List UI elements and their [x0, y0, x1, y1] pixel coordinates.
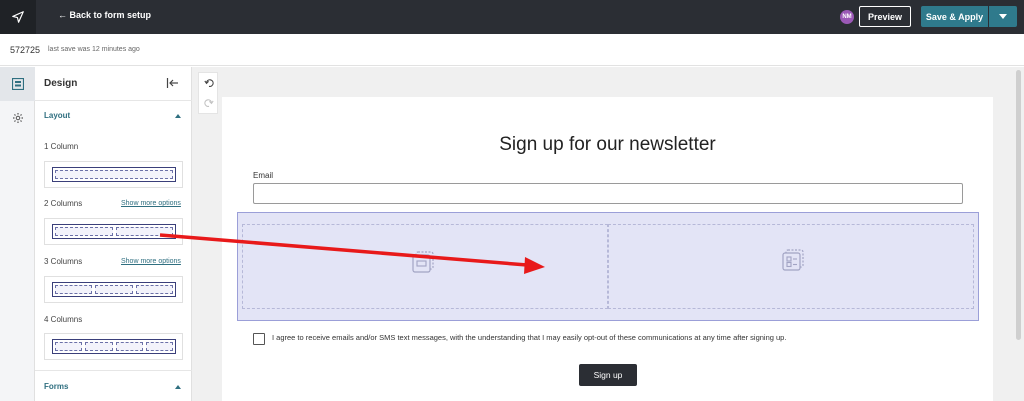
layout-option-1-column[interactable]: [44, 161, 183, 188]
send-arrow-icon: [12, 11, 24, 23]
undo-icon: [204, 79, 214, 87]
consent-checkbox[interactable]: [253, 333, 265, 345]
layout-preview: [52, 282, 176, 297]
email-field[interactable]: [253, 183, 963, 204]
rail-design-tab[interactable]: [0, 67, 35, 101]
consent-text: I agree to receive emails and/or SMS tex…: [272, 333, 787, 342]
show-more-options-link[interactable]: Show more options: [121, 200, 181, 207]
layout-option-label: 4 Columns: [44, 315, 83, 324]
design-panel: Design Layout 1 Column 2 Columns Show mo…: [35, 67, 192, 401]
side-rail: [0, 67, 35, 401]
design-icon: [11, 78, 24, 90]
layout-cell: [115, 342, 143, 351]
show-more-options-link[interactable]: Show more options: [121, 258, 181, 265]
layout-cell: [115, 227, 173, 236]
layout-option-3-columns[interactable]: [44, 276, 183, 303]
forms-section-header[interactable]: Forms: [44, 382, 68, 391]
layout-option-4-columns[interactable]: [44, 333, 183, 360]
redo-icon: [204, 99, 214, 107]
preview-button[interactable]: Preview: [859, 6, 911, 27]
history-controls: [198, 72, 218, 114]
divider: [35, 370, 192, 371]
panel-title: Design: [44, 78, 78, 89]
email-label: Email: [253, 171, 274, 180]
layout-option-label: 1 Column: [44, 142, 79, 151]
layout-cell: [55, 285, 93, 294]
form-id: 572725: [10, 45, 41, 55]
add-field-icon: [412, 251, 434, 273]
canvas-scrollbar[interactable]: [1016, 70, 1021, 340]
layout-cell: [55, 227, 113, 236]
collapse-panel-icon[interactable]: [166, 76, 180, 90]
layout-cell: [85, 342, 113, 351]
layout-preview: [52, 167, 176, 182]
chevron-up-icon[interactable]: [175, 114, 181, 118]
two-column-drop-zone[interactable]: [237, 212, 979, 321]
rail-settings-tab[interactable]: [0, 101, 35, 135]
top-bar: ← Back to form setup NM Preview Save & A…: [0, 0, 1024, 34]
save-options-dropdown[interactable]: [989, 6, 1017, 27]
layout-preview: [52, 224, 176, 239]
caret-down-icon: [999, 13, 1007, 19]
layout-option-label: 3 Columns: [44, 257, 83, 266]
layout-preview: [52, 339, 176, 354]
form-title[interactable]: Sign up for our newsletter: [222, 134, 993, 156]
layout-section-header[interactable]: Layout: [44, 111, 70, 120]
layout-cell: [95, 285, 133, 294]
form-info-bar: 572725 last save was 12 minutes ago: [0, 34, 1024, 66]
sign-up-button[interactable]: Sign up: [579, 364, 637, 386]
back-to-form-setup-link[interactable]: ← Back to form setup: [58, 10, 151, 20]
logo[interactable]: [0, 0, 36, 34]
layout-option-label: 2 Columns: [44, 199, 83, 208]
gear-icon: [12, 113, 23, 123]
undo-button[interactable]: [199, 73, 219, 93]
save-status: last save was 12 minutes ago: [48, 46, 140, 53]
save-and-apply-button[interactable]: Save & Apply: [921, 6, 988, 27]
chevron-up-icon[interactable]: [175, 385, 181, 389]
add-field-icon: [782, 249, 804, 271]
avatar[interactable]: NM: [840, 10, 854, 24]
layout-cell: [55, 342, 83, 351]
layout-cell: [135, 285, 173, 294]
layout-option-2-columns[interactable]: [44, 218, 183, 245]
divider: [35, 100, 192, 101]
redo-button[interactable]: [199, 93, 219, 113]
layout-cell: [55, 170, 173, 179]
layout-cell: [145, 342, 173, 351]
